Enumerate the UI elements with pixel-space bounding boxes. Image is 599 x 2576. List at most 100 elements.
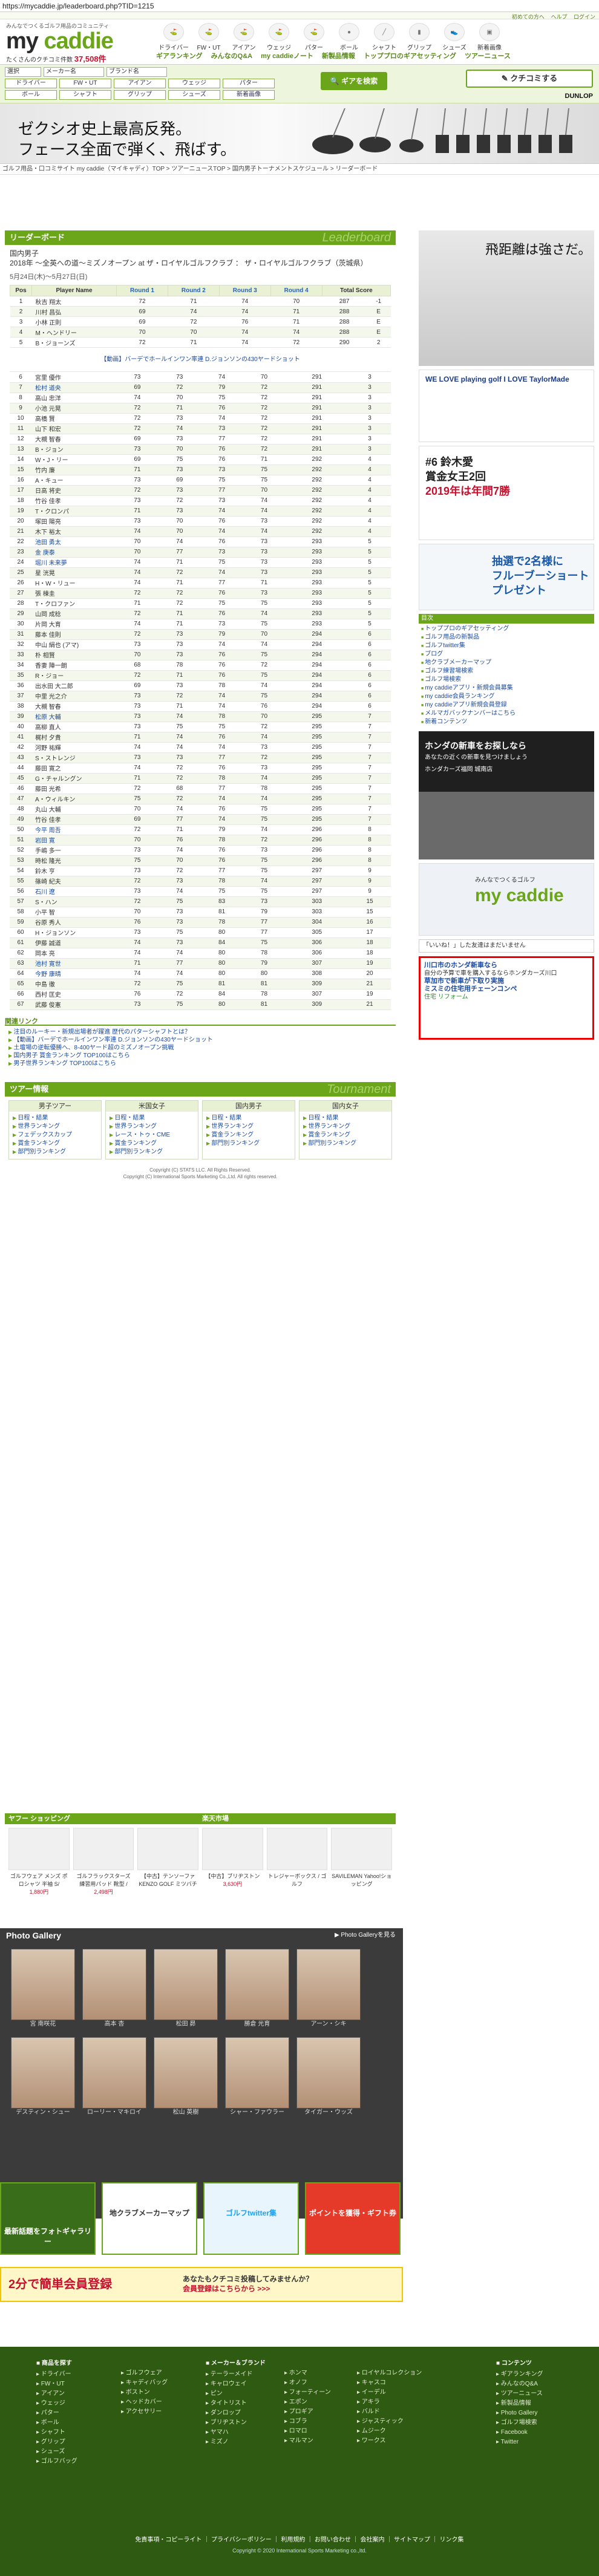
- cell-player[interactable]: 松村 道央: [31, 382, 116, 393]
- search-cat-shoes[interactable]: シューズ: [168, 90, 220, 100]
- gallery-photo[interactable]: 松山 英樹: [154, 2037, 218, 2117]
- cell-player[interactable]: 鈴木 亨: [31, 866, 116, 876]
- category-fw-ut[interactable]: ⛳ FW・UT: [191, 23, 226, 51]
- related-link[interactable]: 男子世界ランキング TOP100はこちら: [8, 1060, 392, 1068]
- cell-player[interactable]: A・ウィルキン: [31, 794, 116, 804]
- cell-player[interactable]: 日高 将史: [31, 485, 116, 496]
- subnav-note[interactable]: my caddieノート: [261, 51, 313, 60]
- footer-link[interactable]: ▸ ボール: [36, 2418, 77, 2428]
- product-card[interactable]: 【中古】ブリヂストン 3,630円: [202, 1828, 263, 1896]
- footer-link[interactable]: ▸ ヘッドカバー: [121, 2398, 168, 2407]
- cell-player[interactable]: 藤田 寛之: [31, 763, 116, 774]
- cell-player[interactable]: 木下 裕太: [31, 526, 116, 537]
- cell-player[interactable]: A・キュー: [31, 475, 116, 486]
- leaderboard-video-link[interactable]: 【動画】バーデでホールインワン率連 D.ジョンソンの430ヤードショット: [10, 348, 391, 372]
- cell-player[interactable]: 池田 勇太: [31, 536, 116, 547]
- tour-link[interactable]: 賞金ランキング: [13, 1140, 97, 1148]
- cell-player[interactable]: 竹内 廉: [31, 465, 116, 475]
- side-menu-item[interactable]: ゴルフ練習場検索: [421, 667, 592, 676]
- gallery-photo[interactable]: 勝倉 光育: [225, 1949, 289, 2029]
- tour-link[interactable]: 部門別ランキング: [110, 1148, 194, 1156]
- tour-link[interactable]: 世界ランキング: [303, 1123, 388, 1131]
- search-cat-images[interactable]: 新着画像: [223, 90, 275, 100]
- footer-link[interactable]: ▸ ヤマハ: [206, 2428, 266, 2437]
- related-link[interactable]: 注目のルーキー・新規出場者が躍進 歴代のパターシャフトとは？: [8, 1028, 392, 1036]
- product-card[interactable]: SAVILEMAN Yahoo!ショッピング: [331, 1828, 393, 1896]
- footer-link[interactable]: ▸ Facebook: [496, 2428, 543, 2437]
- product-card[interactable]: トレジャーボックス / ゴルフ: [266, 1828, 328, 1896]
- search-cat-shaft[interactable]: シャフト: [59, 90, 111, 100]
- footer-link[interactable]: ▸ コブラ: [284, 2417, 331, 2427]
- cell-player[interactable]: 香妻 陣一朗: [31, 660, 116, 671]
- cell-player[interactable]: 西村 匡史: [31, 989, 116, 1000]
- footer-link[interactable]: ▸ ブリヂストン: [206, 2418, 266, 2428]
- footer-link[interactable]: ▸ ピン: [206, 2389, 266, 2399]
- cell-player[interactable]: 篠崎 紀夫: [31, 876, 116, 887]
- category-shoes[interactable]: 👟 シューズ: [437, 23, 472, 51]
- product-card[interactable]: 【中古】テンソーファ KENZO GOLF ミツバチ: [137, 1828, 199, 1896]
- footer-link[interactable]: ▸ ギアランキング: [496, 2370, 543, 2379]
- promo-points[interactable]: ポイントを獲得・ギフト券: [305, 2182, 401, 2255]
- footer-link[interactable]: ▸ FW・UT: [36, 2379, 77, 2389]
- category-ball[interactable]: ● ボール: [332, 23, 367, 51]
- footer-link[interactable]: ▸ バルド: [357, 2407, 422, 2417]
- cell-player[interactable]: 時松 隆光: [31, 855, 116, 866]
- footer-link[interactable]: ▸ エポン: [284, 2398, 331, 2407]
- search-cat-driver[interactable]: ドライバー: [5, 79, 57, 88]
- cell-player[interactable]: 山下 和宏: [31, 423, 116, 434]
- cell-player[interactable]: 高橋 賢: [31, 413, 116, 424]
- tour-link[interactable]: 日程・結果: [303, 1114, 388, 1123]
- subnav-tour-news[interactable]: ツアーニュース: [465, 51, 511, 60]
- footer-link[interactable]: ▸ キャロウェイ: [206, 2379, 266, 2389]
- footer-link[interactable]: ▸ キャスコ: [357, 2378, 422, 2388]
- cell-player[interactable]: T・クロファン: [31, 598, 116, 609]
- gallery-photo[interactable]: ローリー・マキロイ: [82, 2037, 146, 2117]
- ad-present[interactable]: 抽選で2名様に フルーブーショート プレゼント: [419, 544, 594, 610]
- footer-links[interactable]: 免責事項・コピーライト ｜ プライバシーポリシー ｜ 利用規約 ｜ お問い合わせ…: [0, 2534, 599, 2543]
- tour-link[interactable]: 賞金ランキング: [110, 1140, 194, 1148]
- subnav-qa[interactable]: みんなのQ&A: [211, 51, 252, 60]
- tour-link[interactable]: 世界ランキング: [206, 1123, 291, 1131]
- footer-link[interactable]: ▸ ホンマ: [284, 2369, 331, 2378]
- footer-link[interactable]: ▸ みんなのQ&A: [496, 2379, 543, 2389]
- side-menu-item[interactable]: my caddieアプリ新規会員登録: [421, 701, 592, 709]
- side-menu-item[interactable]: ゴルフ場検索: [421, 676, 592, 684]
- gear-search-button[interactable]: 🔍 ギアを検索: [321, 72, 387, 90]
- footer-link[interactable]: ▸ ムジーク: [357, 2427, 422, 2436]
- tour-link[interactable]: 日程・結果: [13, 1114, 97, 1123]
- category-grip[interactable]: ▮ グリップ: [402, 23, 437, 51]
- gallery-photo[interactable]: 高本 杏: [82, 1949, 146, 2029]
- footer-link[interactable]: ▸ ゴルフウェア: [121, 2369, 168, 2378]
- footer-link[interactable]: ▸ マルマン: [284, 2436, 331, 2446]
- cell-player[interactable]: 松原 大輔: [31, 711, 116, 722]
- footer-link[interactable]: ▸ シューズ: [36, 2447, 77, 2457]
- cell-player[interactable]: B・ジョーンズ: [31, 337, 117, 348]
- footer-link[interactable]: ▸ ダンロップ: [206, 2408, 266, 2418]
- tour-link[interactable]: 部門別ランキング: [303, 1140, 388, 1148]
- post-review-button[interactable]: ✎ クチコミする: [466, 70, 593, 88]
- side-menu-item[interactable]: my caddie会員ランキング: [421, 693, 592, 701]
- subnav-gear-ranking[interactable]: ギアランキング: [156, 51, 203, 60]
- register-banner[interactable]: 2分で簡単会員登録 あなたもクチコミ投稿してみませんか？ 会員登録はこちらから >…: [0, 2267, 403, 2302]
- footer-link[interactable]: ▸ ゴルフ場検索: [496, 2418, 543, 2428]
- cell-player[interactable]: 張 棟圭: [31, 588, 116, 599]
- select-brand[interactable]: ブランド名: [106, 67, 167, 77]
- ad-taylormade[interactable]: WE LOVE playing golf I LOVE TaylorMade: [419, 370, 594, 442]
- ad-suzuki-ai[interactable]: #6 鈴木愛 賞金女王2回 2019年は年間7勝: [419, 446, 594, 540]
- cell-player[interactable]: 伊藤 誠道: [31, 937, 116, 948]
- gallery-photo[interactable]: タイガー・ウッズ: [296, 2037, 361, 2117]
- footer-link[interactable]: ▸ オノフ: [284, 2378, 331, 2388]
- tour-link[interactable]: 日程・結果: [206, 1114, 291, 1123]
- product-card[interactable]: ゴルフラックスターズ 練習用パッド 靴型 /2,498円: [73, 1828, 134, 1896]
- select-maker[interactable]: メーカー名: [44, 67, 104, 77]
- footer-link[interactable]: ▸ 新製品情報: [496, 2399, 543, 2408]
- search-cat-iron[interactable]: アイアン: [114, 79, 166, 88]
- side-menu-item[interactable]: 地クラブメーカーマップ: [421, 659, 592, 667]
- cell-player[interactable]: 出水田 大二郎: [31, 680, 116, 691]
- side-menu-item[interactable]: my caddieアプリ・新規会員募集: [421, 684, 592, 693]
- cell-player[interactable]: 大槻 智春: [31, 701, 116, 712]
- cell-player[interactable]: 中山 絹也 (アマ): [31, 639, 116, 650]
- cell-player[interactable]: 高山 忠洋: [31, 393, 116, 403]
- cell-player[interactable]: 片岡 大育: [31, 619, 116, 630]
- ad-xxio[interactable]: 飛距離は強さだ。: [419, 230, 594, 366]
